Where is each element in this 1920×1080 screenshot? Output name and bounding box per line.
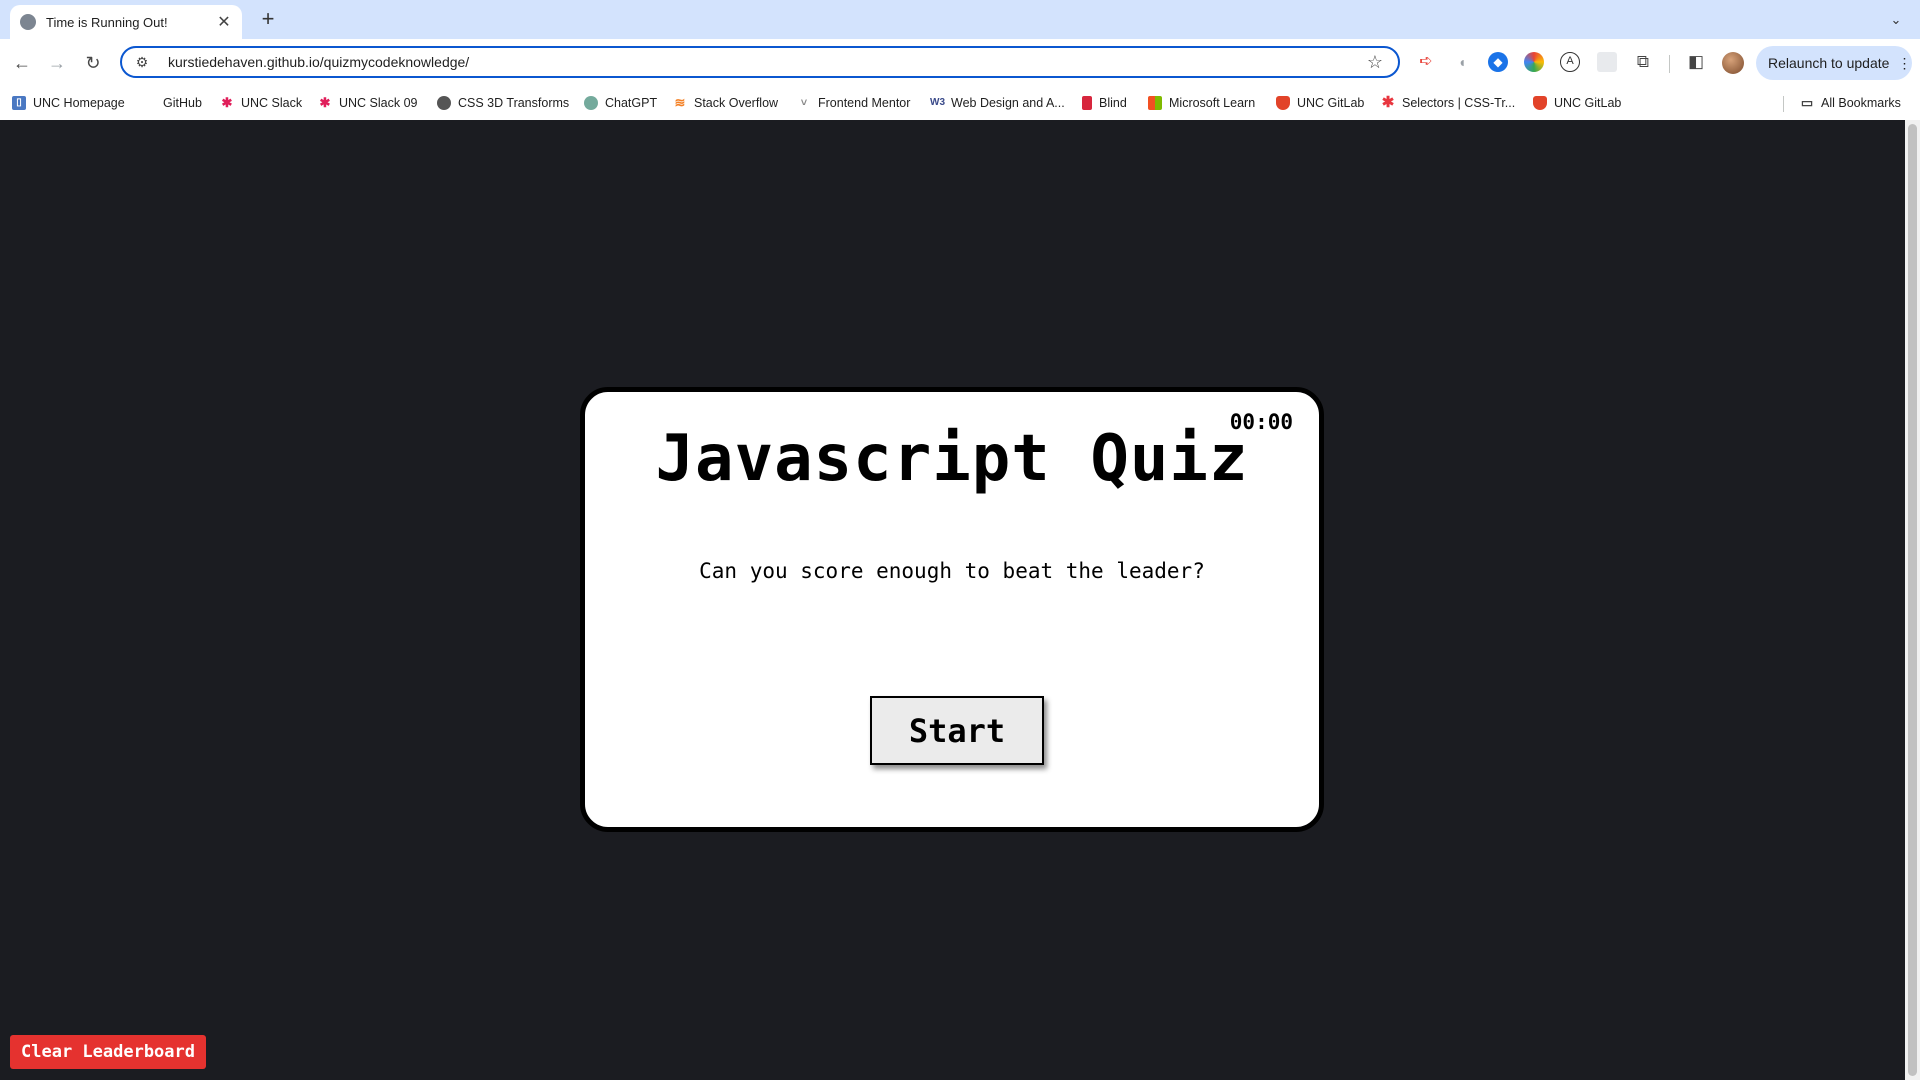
all-bookmarks-button[interactable]: ▭ All Bookmarks [1800, 93, 1901, 113]
bookmark-item[interactable]: ✱ UNC Slack 09 [318, 93, 418, 113]
clear-leaderboard-button[interactable]: Clear Leaderboard [10, 1035, 206, 1069]
forward-button[interactable]: → [43, 49, 71, 77]
w3-icon: W3 [930, 96, 945, 110]
quiz-card: 00:00 Javascript Quiz Can you score enou… [580, 387, 1324, 832]
extension-blue-icon[interactable]: ◆ [1488, 52, 1508, 72]
folder-icon: ▭ [1800, 95, 1814, 110]
gitlab-icon [1533, 96, 1547, 110]
site-info-icon[interactable]: ⚙ [132, 54, 152, 71]
quiz-title: Javascript Quiz [655, 422, 1249, 496]
bookmark-item[interactable]: Blind [1082, 93, 1127, 113]
globe-icon [20, 14, 36, 30]
more-menu-icon[interactable]: ⋮ [1897, 55, 1911, 72]
asterisk-icon: ✱ [1381, 94, 1395, 111]
bookmark-item[interactable]: ✱ Selectors | CSS-Tr... [1381, 93, 1515, 113]
bookmark-star-icon[interactable]: ☆ [1362, 52, 1388, 73]
frontend-mentor-icon: ˅ [797, 96, 811, 110]
reload-button[interactable]: ↻ [79, 49, 107, 77]
bookmark-item[interactable]: ChatGPT [584, 93, 657, 113]
github-icon [142, 96, 156, 110]
bookmarks-bar: ▯ UNC Homepage GitHub ✱ UNC Slack ✱ UNC Sla… [0, 91, 1920, 115]
chatgpt-icon [584, 96, 598, 110]
active-tab[interactable]: Time is Running Out! ✕ [10, 5, 242, 39]
scrollbar-thumb[interactable] [1908, 124, 1917, 1076]
bookmark-item[interactable]: ≋ Stack Overflow [673, 93, 778, 113]
bookmark-item[interactable]: Microsoft Learn [1148, 93, 1255, 113]
url-text[interactable]: kurstiedehaven.github.io/quizmycodeknowl… [168, 54, 1362, 70]
bookmark-item[interactable]: UNC GitLab [1533, 93, 1621, 113]
extension-a-icon[interactable]: A [1560, 52, 1580, 72]
bookmark-item[interactable]: ˅ Frontend Mentor [797, 93, 910, 113]
quiz-prompt: Can you score enough to beat the leader? [699, 559, 1205, 583]
extension-red-icon[interactable]: ➪ [1416, 52, 1436, 72]
microsoft-icon [1148, 96, 1162, 110]
toolbar-divider [1669, 55, 1670, 73]
tab-search-button[interactable]: ⌄ [1884, 8, 1908, 32]
tab-title: Time is Running Out! [46, 14, 168, 30]
bookmark-item[interactable]: ✱ UNC Slack [220, 93, 302, 113]
extension-color-wheel-icon[interactable] [1524, 52, 1544, 72]
slack-icon: ✱ [220, 95, 234, 110]
close-icon[interactable]: ✕ [216, 12, 232, 32]
toolbar: ← → ↻ ⚙ kurstiedehaven.github.io/quizmyc… [0, 39, 1920, 87]
tab-strip: Time is Running Out! ✕ + ⌄ [0, 0, 1920, 39]
globe-icon [437, 96, 451, 110]
extension-mouse-icon[interactable]: ◖ [1452, 52, 1472, 72]
gitlab-icon [1276, 96, 1290, 110]
address-bar[interactable]: ⚙ kurstiedehaven.github.io/quizmycodekno… [120, 46, 1400, 78]
blind-icon [1082, 96, 1092, 110]
relaunch-button[interactable]: Relaunch to update ⋮ [1756, 46, 1912, 80]
extension-grid-icon[interactable] [1597, 52, 1617, 72]
bookmark-item[interactable]: ▯ UNC Homepage [12, 93, 125, 113]
stackoverflow-icon: ≋ [673, 95, 687, 110]
browser-chrome: Time is Running Out! ✕ + ⌄ ← → ↻ ⚙ kurst… [0, 0, 1920, 120]
back-button[interactable]: ← [8, 49, 36, 77]
document-icon: ▯ [12, 96, 26, 110]
bookmark-item[interactable]: UNC GitLab [1276, 93, 1364, 113]
bookmark-item[interactable]: CSS 3D Transforms [437, 93, 569, 113]
side-panel-icon[interactable]: ◧ [1686, 52, 1706, 72]
bookmarks-divider [1783, 96, 1784, 112]
relaunch-label: Relaunch to update [1768, 55, 1890, 71]
start-button[interactable]: Start [870, 696, 1044, 765]
profile-avatar[interactable] [1722, 52, 1744, 74]
bookmark-item[interactable]: GitHub [142, 93, 202, 113]
new-tab-button[interactable]: + [254, 6, 282, 34]
bookmark-item[interactable]: W3 Web Design and A... [930, 93, 1065, 113]
extensions-puzzle-icon[interactable]: ⧉ [1633, 52, 1653, 72]
slack-icon: ✱ [318, 95, 332, 110]
